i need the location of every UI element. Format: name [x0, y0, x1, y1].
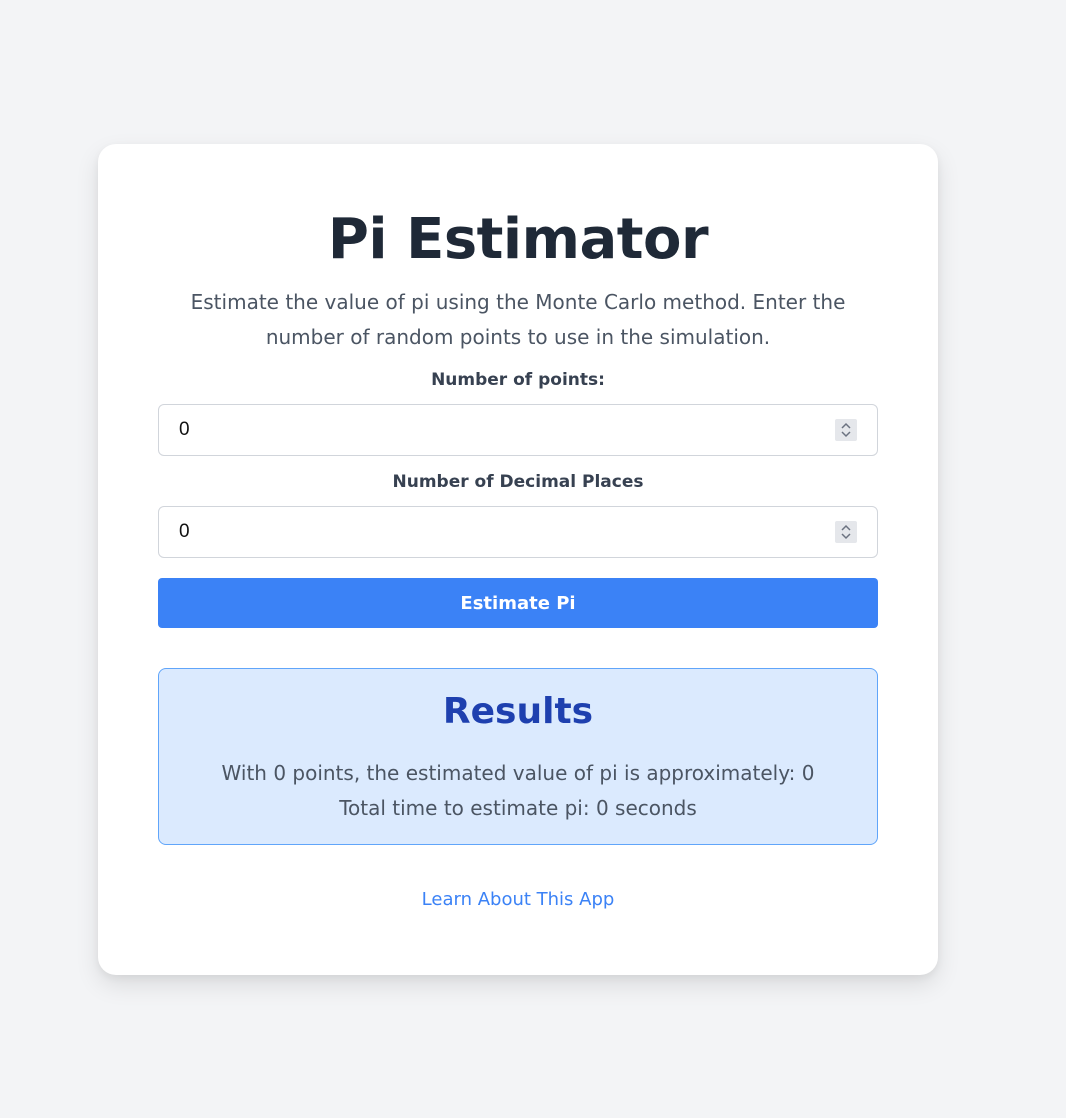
estimator-card: Pi Estimator Estimate the value of pi us…	[98, 144, 938, 975]
points-field[interactable]	[158, 404, 878, 456]
results-title: Results	[442, 691, 594, 732]
app-description: Estimate the value of pi using the Monte…	[190, 290, 846, 349]
decimal-places-input[interactable]	[159, 507, 819, 557]
results-panel: Results With 0 points, the estimated val…	[158, 668, 878, 845]
points-input[interactable]	[159, 405, 819, 455]
number-spinner-icon[interactable]	[835, 419, 857, 441]
page-title: Pi Estimator	[327, 207, 709, 272]
estimate-pi-button[interactable]: Estimate Pi	[158, 578, 878, 628]
estimate-result-text: With 0 points, the estimated value of pi…	[221, 761, 815, 785]
points-label: Number of points:	[431, 370, 605, 390]
learn-about-link[interactable]: Learn About This App	[98, 887, 938, 913]
decimal-places-label: Number of Decimal Places	[392, 472, 644, 492]
number-spinner-icon[interactable]	[835, 521, 857, 543]
decimal-places-field[interactable]	[158, 506, 878, 558]
time-result-text: Total time to estimate pi: 0 seconds	[339, 796, 697, 820]
